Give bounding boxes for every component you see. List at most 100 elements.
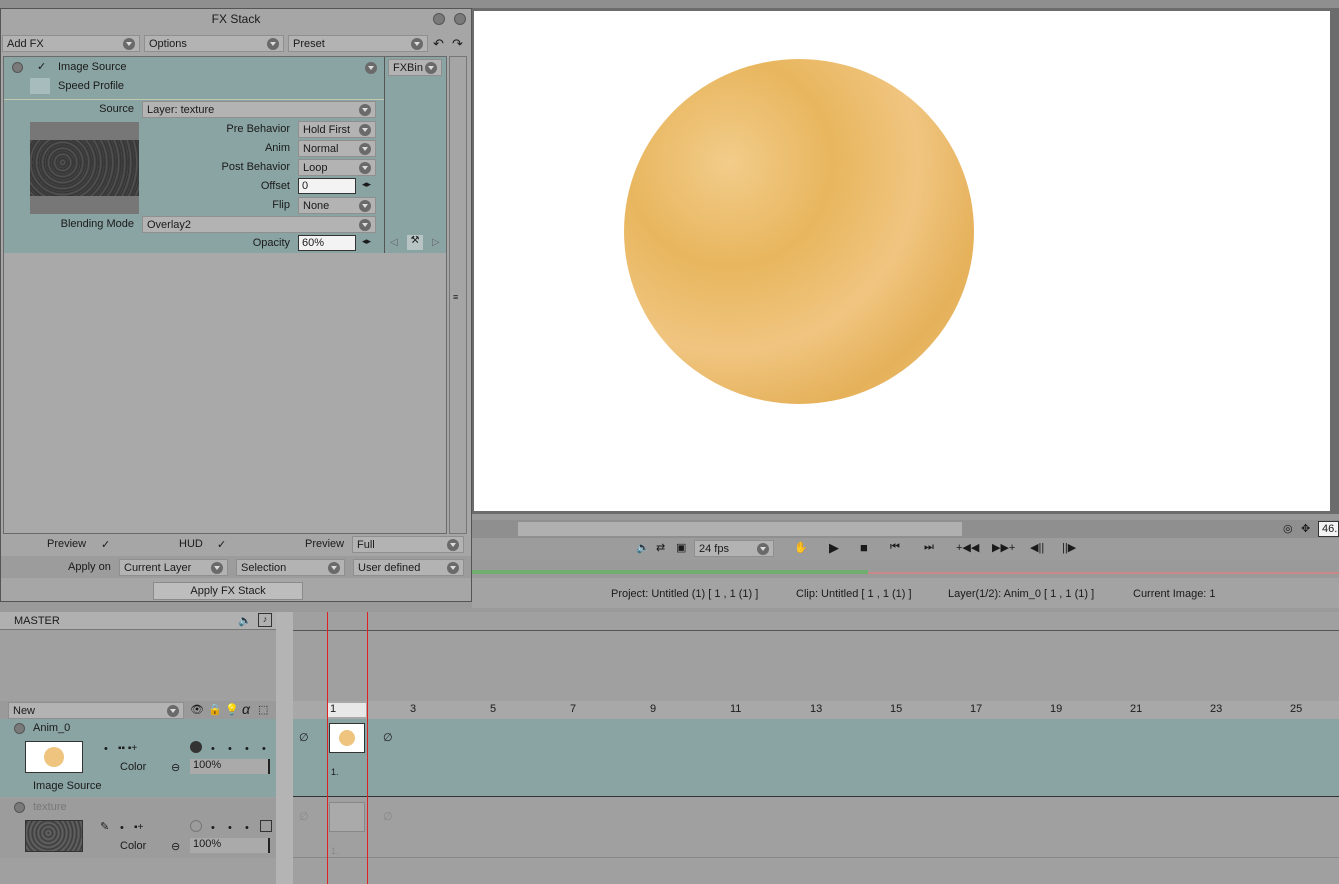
zoom-field[interactable]: 46. — [1318, 521, 1339, 537]
collapse-icon[interactable] — [14, 802, 25, 813]
audio-track-icon[interactable]: ♪ — [258, 613, 272, 627]
source-label: Source — [99, 103, 134, 115]
offset-stepper-icon[interactable]: ◂▸ — [362, 179, 371, 190]
lock-icon[interactable]: 🔒 — [208, 703, 222, 716]
chevron-down-icon — [359, 124, 371, 136]
stop-icon[interactable]: ■ — [860, 540, 868, 555]
layer-texture-track[interactable]: ∅ ∅ 1. — [293, 798, 1339, 858]
apply-fx-stack-button[interactable]: Apply FX Stack — [153, 582, 303, 600]
visibility-dot-icon[interactable] — [190, 820, 202, 832]
playhead-end-line[interactable] — [367, 612, 368, 884]
visibility-dot-icon[interactable] — [190, 741, 202, 753]
layer-tools-icon[interactable]: ▪▪ ▪+ — [118, 743, 137, 754]
fx-scrollbar[interactable]: ≡ — [449, 56, 467, 534]
flip-dropdown[interactable]: None — [298, 197, 376, 214]
ruler-tick: 3 — [410, 703, 417, 715]
last-frame-icon[interactable]: ⏭ — [924, 541, 934, 554]
fxbin-dropdown[interactable]: FXBin — [388, 59, 442, 76]
hud-check-icon[interactable]: ✓ — [217, 538, 226, 551]
wrench-icon[interactable]: ⚒ — [407, 235, 423, 250]
redo-icon[interactable]: ↷ — [452, 36, 463, 52]
color-toggle-icon[interactable]: ⊖ — [171, 761, 180, 774]
collapse-icon[interactable] — [12, 62, 23, 73]
viewer-canvas[interactable] — [474, 11, 1330, 511]
lock-square-icon[interactable] — [260, 820, 272, 832]
selection-dropdown[interactable]: Selection — [236, 559, 345, 576]
layer-anim-0-track[interactable]: ∅ ∅ 1. — [293, 719, 1339, 797]
playhead-start-line[interactable] — [327, 612, 328, 884]
dot-icon[interactable]: • — [104, 743, 108, 755]
next-key-button-icon[interactable]: ▶▶+ — [992, 541, 1015, 554]
offset-field[interactable]: 0 — [298, 178, 356, 194]
layer-thumbnail — [25, 820, 83, 852]
dot-icon[interactable]: • — [245, 743, 249, 755]
anim-dropdown[interactable]: Normal — [298, 140, 376, 157]
close-icon[interactable] — [454, 13, 466, 25]
keyframe-cell[interactable] — [329, 723, 365, 753]
fps-dropdown[interactable]: 24 fps — [694, 540, 774, 557]
status-bar: Project: Untitled (1) [ 1 , 1 (1) ] Clip… — [472, 578, 1339, 608]
add-fx-dropdown[interactable]: Add FX — [2, 35, 140, 52]
alpha-icon[interactable]: α — [242, 701, 250, 717]
fit-icon[interactable]: ◎ — [1283, 522, 1293, 535]
timeline-splitter[interactable] — [276, 612, 293, 884]
prev-key-button-icon[interactable]: +◀◀ — [956, 541, 979, 554]
preset-dropdown[interactable]: Preset — [288, 35, 428, 52]
collapse-icon[interactable] — [14, 723, 25, 734]
speaker-icon[interactable]: 🔈 — [238, 614, 252, 627]
preview-check-icon[interactable]: ✓ — [101, 538, 110, 551]
eye-icon[interactable]: 👁 — [190, 703, 204, 716]
keyframe-cell[interactable] — [329, 802, 365, 832]
effect-menu-icon[interactable] — [365, 62, 377, 74]
volume-icon[interactable]: 🔈 — [636, 541, 650, 554]
dot-icon[interactable]: • — [228, 743, 232, 755]
blending-mode-dropdown[interactable]: Overlay2 — [142, 216, 376, 233]
dot-icon[interactable]: • — [262, 743, 266, 755]
viewer-scrollbar-track[interactable]: ◎ ✥ 46. — [472, 520, 1339, 538]
effect-enabled-check-icon[interactable]: ✓ — [37, 60, 46, 73]
cache-progress-bar — [472, 570, 868, 574]
timeline-ruler[interactable]: 1 3 5 7 9 11 13 15 17 19 21 23 25 — [293, 701, 1339, 719]
dot-icon[interactable]: • — [211, 822, 215, 834]
apply-on-dropdown[interactable]: Current Layer — [119, 559, 228, 576]
undo-icon[interactable]: ↶ — [433, 36, 444, 52]
dot-icon[interactable]: • — [228, 822, 232, 834]
dot-icon[interactable]: • — [245, 822, 249, 834]
layer-opacity-slider[interactable]: 100% — [190, 838, 270, 853]
loop-icon[interactable]: ⇄ — [656, 541, 665, 554]
ruler-tick: 21 — [1130, 703, 1143, 715]
dot-icon[interactable]: • — [120, 822, 124, 834]
layer-tools-icon[interactable]: ▪+ — [134, 822, 143, 833]
layer-anim-0[interactable]: Anim_0 • ▪▪ ▪+ • • • • Color ⊖ 100% Imag… — [0, 719, 276, 797]
first-frame-icon[interactable]: ⏮ — [890, 541, 900, 554]
minimize-icon[interactable] — [433, 13, 445, 25]
ruler-tick: 5 — [490, 703, 497, 715]
new-layer-dropdown[interactable]: New — [8, 702, 184, 719]
source-dropdown[interactable]: Layer: texture — [142, 101, 376, 118]
step-back-icon[interactable]: ◀|| — [1030, 541, 1044, 554]
brush-icon[interactable]: ✎ — [100, 820, 109, 833]
layer-texture[interactable]: texture ✎ • ▪+ • • • Color ⊖ 100% — [0, 798, 276, 858]
select-icon[interactable]: ⬚ — [258, 703, 268, 716]
light-icon[interactable]: 💡 — [225, 703, 239, 716]
ruler-tick: 25 — [1290, 703, 1303, 715]
prev-key-icon[interactable]: ◁ — [390, 237, 398, 248]
frame-icon[interactable]: ▣ — [676, 541, 686, 554]
preview-mode-dropdown[interactable]: Full — [352, 536, 464, 553]
center-icon[interactable]: ✥ — [1301, 522, 1310, 535]
pre-behavior-dropdown[interactable]: Hold First — [298, 121, 376, 138]
user-defined-dropdown[interactable]: User defined — [353, 559, 464, 576]
dot-icon[interactable]: • — [211, 743, 215, 755]
color-toggle-icon[interactable]: ⊖ — [171, 840, 180, 853]
next-key-icon[interactable]: ▷ — [432, 237, 440, 248]
speed-profile-checkbox[interactable] — [30, 78, 50, 94]
viewer-scrollbar-thumb[interactable] — [518, 522, 962, 536]
options-dropdown[interactable]: Options — [144, 35, 284, 52]
step-forward-icon[interactable]: ||▶ — [1062, 541, 1076, 554]
opacity-stepper-icon[interactable]: ◂▸ — [362, 236, 371, 247]
post-behavior-dropdown[interactable]: Loop — [298, 159, 376, 176]
play-icon[interactable]: ▶ — [829, 540, 839, 556]
opacity-field[interactable]: 60% — [298, 235, 356, 251]
hand-icon[interactable]: ✋ — [794, 541, 808, 554]
layer-opacity-slider[interactable]: 100% — [190, 759, 270, 774]
